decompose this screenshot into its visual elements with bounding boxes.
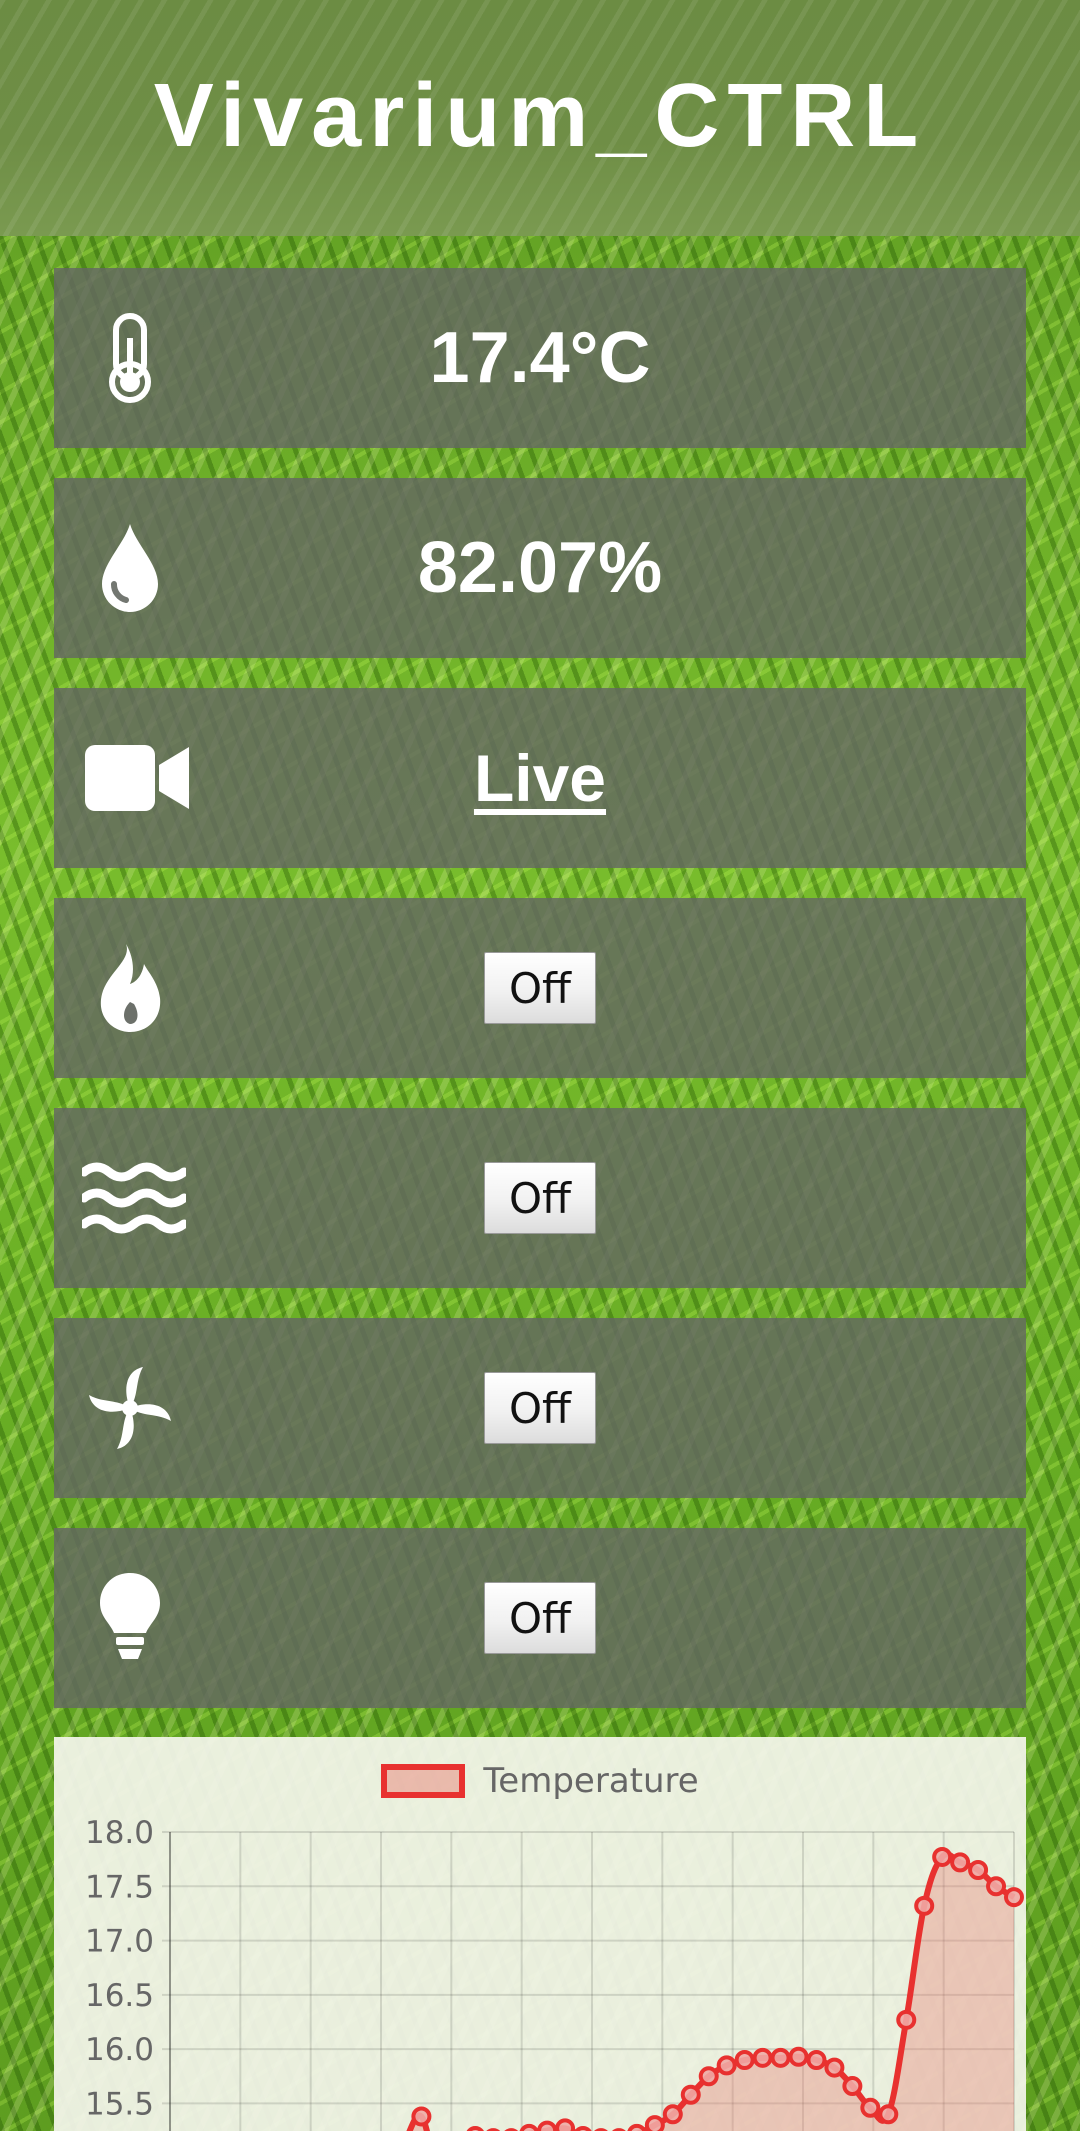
app-header: Vivarium_CTRL bbox=[0, 0, 1080, 236]
y-tick-label: 17.5 bbox=[85, 1869, 154, 1905]
heater-card: Off bbox=[54, 898, 1026, 1078]
data-point bbox=[860, 2097, 881, 2118]
data-point bbox=[1004, 1887, 1024, 1908]
data-point bbox=[932, 1846, 953, 1867]
thermometer-icon bbox=[82, 310, 178, 406]
data-point bbox=[519, 2123, 539, 2131]
mist-toggle-button[interactable]: Off bbox=[484, 1162, 596, 1234]
live-stream-link[interactable]: Live bbox=[474, 740, 606, 816]
mist-card: Off bbox=[54, 1108, 1026, 1288]
data-point bbox=[734, 2050, 755, 2070]
humidity-value: 82.07% bbox=[417, 528, 663, 608]
y-tick-label: 16.5 bbox=[85, 1978, 154, 2014]
data-point bbox=[842, 2076, 863, 2097]
y-tick-label: 16.0 bbox=[85, 2032, 154, 2068]
data-point bbox=[950, 1852, 971, 1873]
temperature-chart: Temperature 18.017.517.016.516.015.515.0… bbox=[54, 1737, 1026, 2131]
data-point bbox=[806, 2050, 827, 2070]
data-point bbox=[627, 2123, 647, 2131]
data-point bbox=[824, 2057, 845, 2078]
data-point bbox=[752, 2047, 773, 2068]
data-point bbox=[770, 2047, 791, 2068]
camera-card: Live bbox=[54, 688, 1026, 868]
y-tick-label: 18.0 bbox=[85, 1815, 154, 1851]
data-point bbox=[968, 1860, 989, 1880]
app-title: Vivarium_CTRL bbox=[153, 65, 927, 166]
data-point bbox=[716, 2055, 737, 2076]
data-point bbox=[411, 2106, 432, 2127]
data-point bbox=[986, 1876, 1007, 1897]
data-point bbox=[537, 2120, 558, 2131]
data-point bbox=[662, 2104, 683, 2125]
data-point bbox=[896, 2009, 917, 2030]
data-point bbox=[698, 2066, 719, 2087]
y-tick-label: 15.5 bbox=[85, 2086, 154, 2122]
water-waves-icon bbox=[82, 1150, 186, 1246]
data-point bbox=[644, 2115, 665, 2131]
heater-toggle-button[interactable]: Off bbox=[484, 952, 596, 1024]
fan-toggle-button[interactable]: Off bbox=[484, 1372, 596, 1444]
light-bulb-icon bbox=[82, 1570, 178, 1666]
flame-icon bbox=[82, 940, 178, 1036]
data-point bbox=[788, 2046, 809, 2067]
light-toggle-button[interactable]: Off bbox=[484, 1582, 596, 1654]
data-point bbox=[878, 2104, 899, 2125]
y-tick-label: 17.0 bbox=[85, 1924, 154, 1960]
temperature-value: 17.4°C bbox=[429, 318, 651, 398]
temperature-card: 17.4°C bbox=[54, 268, 1026, 448]
video-camera-icon bbox=[82, 730, 192, 826]
data-point bbox=[555, 2118, 576, 2131]
light-card: Off bbox=[54, 1528, 1026, 1708]
fan-card: Off bbox=[54, 1318, 1026, 1498]
chart-plot: 18.017.517.016.516.015.515.014.5 bbox=[85, 1815, 1024, 2131]
data-point bbox=[680, 2084, 701, 2105]
water-drop-icon bbox=[82, 520, 178, 616]
humidity-card: 82.07% bbox=[54, 478, 1026, 658]
fan-icon bbox=[82, 1360, 178, 1456]
data-point bbox=[914, 1895, 935, 1916]
